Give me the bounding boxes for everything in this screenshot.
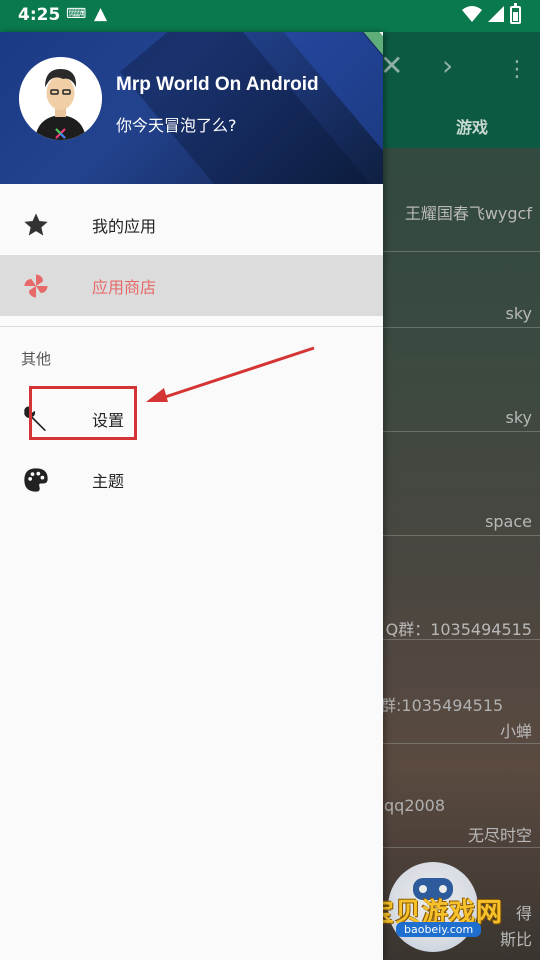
menu-item-label: 我的应用 — [92, 217, 157, 236]
pinwheel-icon — [22, 272, 50, 300]
menu-item-app-store[interactable]: 应用商店 — [0, 255, 383, 316]
navigation-drawer: Mrp World On Android 你今天冒泡了么? 我的应用 应用商店 … — [0, 32, 383, 960]
status-bar: 4:25 ⌨ ▲ — [0, 0, 540, 32]
menu-item-theme[interactable]: 主题 — [0, 449, 383, 510]
annotation-arrow-icon — [146, 346, 315, 402]
section-header-other: 其他 — [21, 350, 52, 368]
menu-item-label: 应用商店 — [92, 278, 157, 297]
signal-icon — [486, 4, 506, 28]
app-subtitle: 你今天冒泡了么? — [116, 116, 237, 135]
app-title: Mrp World On Android — [116, 74, 319, 95]
background-list-item: sky — [380, 328, 540, 432]
menu-item-label: 主题 — [92, 472, 125, 491]
site-watermark: 宝贝游戏网 baobeiy.com — [368, 860, 540, 960]
wifi-icon — [462, 4, 482, 28]
background-list-item: qq2008 无尽时空 — [380, 744, 540, 848]
chevron-right-icon: › — [442, 49, 454, 82]
watermark-url: baobeiy.com — [396, 922, 482, 937]
menu-item-my-apps[interactable]: 我的应用 — [0, 194, 383, 255]
warning-icon: ▲ — [94, 4, 108, 24]
status-time: 4:25 — [18, 5, 61, 25]
more-vert-icon: ⋮ — [506, 57, 528, 82]
star-icon — [22, 211, 50, 239]
close-icon: ✕ — [380, 49, 404, 82]
keyboard-icon: ⌨ — [66, 6, 87, 22]
background-list-item: Q群：1035494515 — [380, 536, 540, 640]
drawer-header: Mrp World On Android 你今天冒泡了么? — [0, 32, 383, 184]
background-list-item: 群:1035494515 小蝉 — [380, 640, 540, 744]
background-tab-games: 游戏 — [455, 118, 488, 137]
battery-icon — [510, 3, 521, 24]
background-list-item: sky — [380, 224, 540, 328]
background-list-item: space — [380, 432, 540, 536]
annotation-highlight-box — [29, 386, 137, 440]
avatar[interactable] — [19, 57, 102, 140]
divider — [0, 326, 383, 327]
palette-icon — [22, 466, 50, 494]
